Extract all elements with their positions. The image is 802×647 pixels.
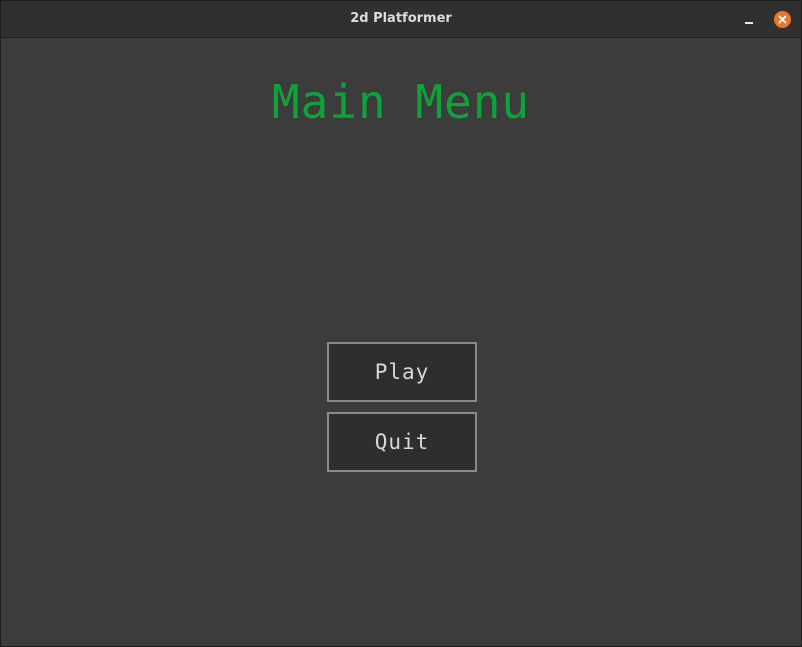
app-window: 2d Platformer Main Menu Play Quit [0, 0, 802, 647]
close-icon [778, 15, 787, 24]
minimize-button[interactable] [741, 11, 757, 27]
play-button[interactable]: Play [327, 342, 477, 402]
window-title: 2d Platformer [350, 11, 452, 26]
minimize-icon [745, 22, 753, 24]
game-canvas: Main Menu Play Quit [1, 38, 801, 646]
quit-button[interactable]: Quit [327, 412, 477, 472]
close-button[interactable] [774, 11, 791, 28]
title-bar[interactable]: 2d Platformer [1, 1, 801, 38]
main-menu-heading: Main Menu [271, 75, 531, 129]
